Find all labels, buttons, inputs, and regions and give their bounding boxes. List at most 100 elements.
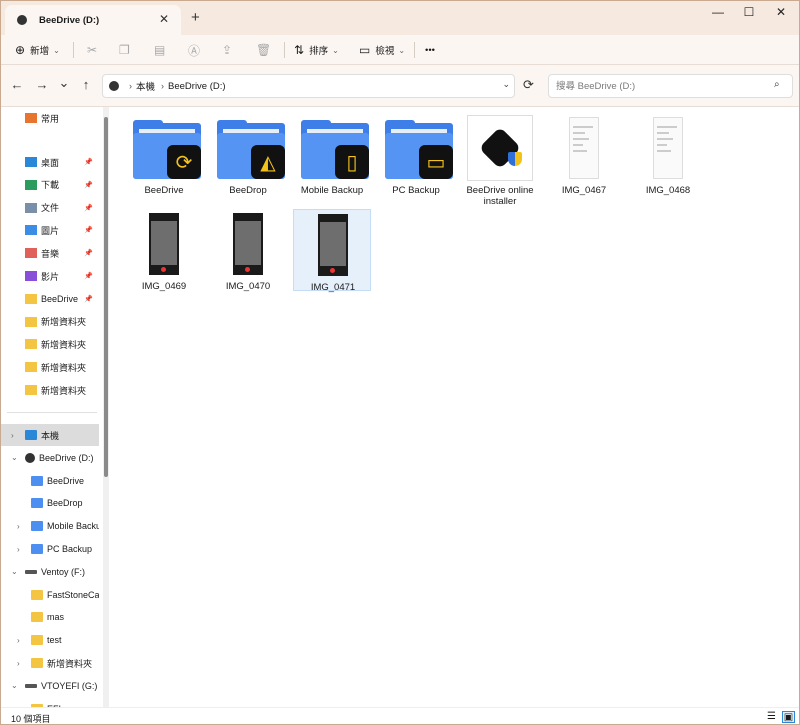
divider [414, 42, 415, 58]
address-dropdown-icon[interactable]: ⌄ [502, 79, 510, 90]
status-bar: 10 個項目 ☰ ▣ [1, 707, 799, 724]
more-button[interactable]: ••• [425, 35, 435, 65]
sidebar-tree-item[interactable]: ⌄ BeeDrive (D:) [1, 447, 99, 469]
file-item[interactable]: IMG_0467 [545, 113, 623, 196]
beedrive-folder-icon [31, 475, 43, 486]
sidebar-quick-item[interactable]: 下載 📌 [1, 174, 99, 196]
search-input[interactable] [548, 74, 793, 98]
file-item[interactable]: IMG_0471 [293, 209, 371, 293]
folder-item[interactable]: ◭ BeeDrop [209, 113, 287, 196]
details-view-button[interactable]: ☰ [765, 711, 778, 723]
search-icon[interactable]: ⌕ [774, 79, 780, 90]
breadcrumb-beedrive[interactable]: BeeDrive (D:) [168, 81, 226, 92]
sidebar-tree-item[interactable]: › test [1, 629, 99, 651]
pin-icon[interactable]: 📌 [84, 226, 93, 234]
file-item[interactable]: IMG_0469 [125, 209, 203, 292]
folder-item[interactable]: ▯ Mobile Backup [293, 113, 371, 196]
ellipsis-icon: ••• [425, 44, 435, 56]
chevron-right-icon[interactable]: › [17, 659, 20, 668]
drive-icon [17, 15, 27, 25]
sidebar-tree-item[interactable]: › Mobile Backup [1, 515, 99, 537]
image-thumbnail [233, 213, 263, 275]
sort-label: 排序 [309, 46, 329, 57]
tab-beedrive[interactable]: BeeDrive (D:) ✕ [5, 5, 181, 35]
pin-icon[interactable]: 📌 [84, 181, 93, 189]
sidebar-tree-item[interactable]: ⌄ Ventoy (F:) [1, 561, 99, 583]
chevron-right-icon[interactable]: › [17, 522, 20, 531]
sidebar-quick-item[interactable]: 音樂 📌 [1, 242, 99, 264]
file-name: IMG_0468 [645, 185, 691, 196]
sidebar-quick-item[interactable]: 新增資料夾 [1, 379, 99, 401]
sidebar-quick-item[interactable]: 文件 📌 [1, 197, 99, 219]
sidebar-quick-item[interactable]: 新增資料夾 [1, 311, 99, 333]
file-item[interactable]: IMG_0468 [629, 113, 707, 196]
minimize-button[interactable]: — [703, 5, 733, 19]
folder-item[interactable]: ▭ PC Backup [377, 113, 455, 196]
sidebar-quick-item[interactable]: 圖片 📌 [1, 219, 99, 241]
sidebar-tree-item[interactable]: BeeDrive [1, 470, 99, 492]
refresh-button[interactable]: ⟳ [523, 77, 534, 93]
pin-icon[interactable]: 📌 [84, 272, 93, 280]
sidebar-item-label: Ventoy (F:) [41, 566, 86, 577]
pin-icon[interactable]: 📌 [84, 158, 93, 166]
address-bar[interactable]: › 本機 › BeeDrive (D:) ⌄ [102, 74, 515, 98]
close-button[interactable]: ✕ [766, 5, 796, 19]
chevron-right-icon[interactable]: › [17, 636, 20, 645]
navigation-bar: ← → ⌄ ↑ › 本機 › BeeDrive (D:) ⌄ ⟳ ⌕ [1, 65, 799, 107]
sidebar-tree-item[interactable]: ⌄ VTOYEFI (G:) [1, 675, 99, 697]
new-tab-button[interactable]: + [191, 9, 200, 26]
sidebar-quick-item[interactable]: 影片 📌 [1, 265, 99, 287]
sort-button[interactable]: ⇅ 排序 ⌄ [294, 35, 339, 65]
cut-button[interactable]: ✂ [87, 35, 102, 65]
chevron-down-icon[interactable]: ⌄ [11, 567, 18, 576]
sidebar-item-home[interactable]: 常用 [1, 107, 99, 129]
folder-item[interactable]: ⟳ BeeDrive [125, 113, 203, 196]
file-name: PC Backup [392, 185, 440, 196]
sidebar-quick-item[interactable]: 新增資料夾 [1, 333, 99, 355]
plus-circle-icon: ⊕ [15, 43, 26, 57]
back-button[interactable]: ← [8, 77, 26, 92]
copy-button[interactable]: ❐ [119, 35, 135, 65]
sidebar-tree-item[interactable]: EFI [1, 698, 99, 707]
sidebar-quick-item[interactable]: 新增資料夾 [1, 356, 99, 378]
pin-icon[interactable]: 📌 [84, 204, 93, 212]
sidebar-item-label: BeeDrive [41, 293, 79, 304]
rename-button[interactable]: Ⓐ [188, 35, 205, 65]
folder-icon [25, 362, 37, 373]
forward-button[interactable]: → [33, 77, 51, 92]
chevron-right-icon[interactable]: › [17, 545, 20, 554]
beedrive-folder-icon [31, 498, 43, 509]
file-item[interactable]: BeeDrive online installer [461, 113, 539, 207]
sidebar-tree-item[interactable]: mas [1, 606, 99, 628]
chevron-down-icon[interactable]: ⌄ [11, 453, 18, 462]
sidebar-tree-item[interactable]: FastStoneCapture [1, 584, 99, 606]
recent-locations-button[interactable]: ⌄ [55, 75, 73, 91]
up-button[interactable]: ↑ [77, 77, 95, 92]
sidebar-item-label: 本機 [41, 430, 60, 441]
sidebar-item-label: 新增資料夾 [47, 658, 93, 669]
chevron-down-icon[interactable]: ⌄ [11, 681, 18, 690]
sidebar-scroll-thumb[interactable] [104, 117, 108, 477]
folder-icon [25, 385, 37, 395]
file-item[interactable]: IMG_0470 [209, 209, 287, 292]
pin-icon[interactable]: 📌 [84, 249, 93, 257]
sidebar-tree-item[interactable]: BeeDrop [1, 492, 99, 514]
large-icons-view-button[interactable]: ▣ [782, 711, 795, 723]
delete-button[interactable]: 🗑 [256, 35, 276, 65]
sidebar-quick-item[interactable]: BeeDrive 📌 [1, 288, 99, 310]
folder-badge-icon: ▯ [335, 145, 369, 179]
sidebar-quick-item[interactable]: 桌面 📌 [1, 151, 99, 173]
breadcrumb-this-pc[interactable]: 本機 [136, 79, 155, 93]
sidebar-tree-item[interactable]: › 新增資料夾 [1, 652, 99, 674]
chevron-right-icon[interactable]: › [11, 431, 14, 440]
tab-close-icon[interactable]: ✕ [159, 12, 169, 26]
sidebar-tree-item[interactable]: › 本機 [1, 424, 99, 446]
folder-icon [25, 339, 37, 350]
sidebar-tree-item[interactable]: › PC Backup [1, 538, 99, 560]
paste-button[interactable]: ▤ [154, 35, 170, 65]
view-button[interactable]: ▭ 檢視 ⌄ [359, 35, 405, 65]
maximize-button[interactable]: ☐ [734, 5, 764, 19]
share-button[interactable]: ⇪ [222, 35, 237, 65]
pin-icon[interactable]: 📌 [84, 295, 93, 303]
new-button[interactable]: ⊕ 新增 ⌄ [15, 35, 60, 65]
